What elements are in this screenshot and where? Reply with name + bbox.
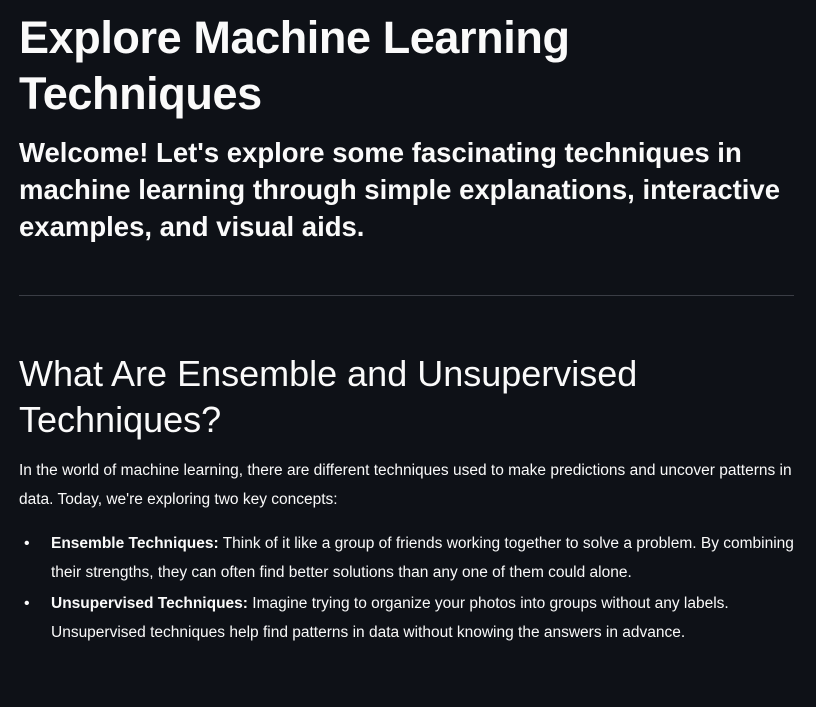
divider [19, 295, 794, 296]
list-item: • Ensemble Techniques: Think of it like … [24, 529, 794, 587]
section-heading: What Are Ensemble and Unsupervised Techn… [19, 353, 638, 440]
page-subtitle: Welcome! Let's explore some fascinating … [19, 137, 781, 242]
list-item-term: Unsupervised Techniques: [51, 595, 248, 612]
bullet-icon: • [24, 535, 30, 552]
list-item-term: Ensemble Techniques: [51, 535, 219, 552]
bullet-icon: • [24, 595, 30, 612]
concepts-list: • Ensemble Techniques: Think of it like … [19, 529, 794, 647]
page-title: Explore Machine Learning Techniques [19, 12, 570, 119]
main-content: Explore Machine Learning Techniques Welc… [0, 0, 816, 707]
intro-paragraph: In the world of machine learning, there … [19, 462, 792, 508]
list-item: • Unsupervised Techniques: Imagine tryin… [24, 589, 794, 647]
